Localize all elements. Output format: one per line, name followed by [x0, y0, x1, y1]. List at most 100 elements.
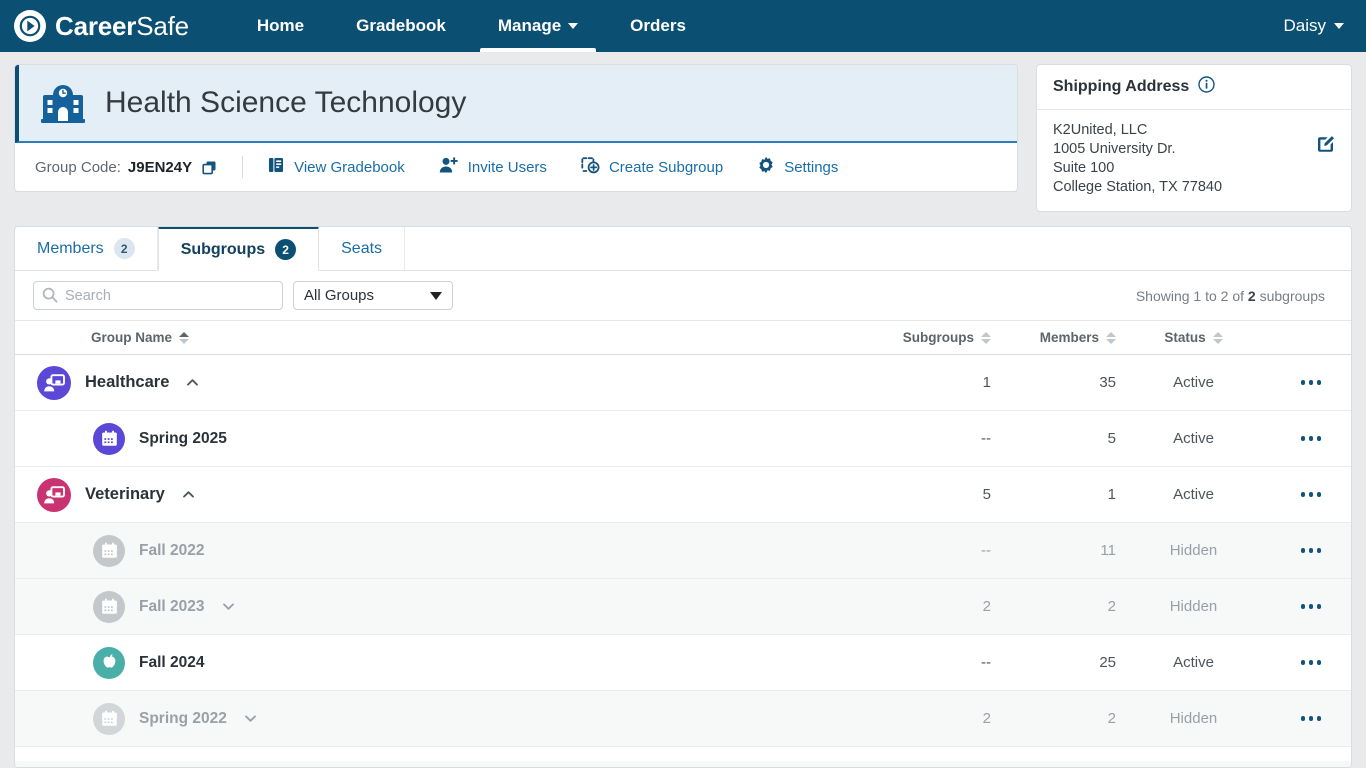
table-row[interactable]: Fall 2022 -- 11 Hidden: [15, 523, 1351, 579]
apple-icon: [93, 646, 125, 679]
row-name-cell: Spring 2025: [15, 422, 871, 455]
chevron-circle-logo-icon: [14, 10, 46, 42]
showing-suffix: subgroups: [1255, 287, 1325, 304]
nav-item-orders[interactable]: Orders: [604, 0, 712, 52]
group-action-bar: Group Code: J9EN24Y View Gradebook Invit…: [15, 143, 1017, 191]
search-input[interactable]: [33, 281, 283, 310]
column-header-members[interactable]: Members: [991, 330, 1116, 345]
copy-icon[interactable]: [201, 159, 218, 176]
chevron-down-icon[interactable]: [243, 711, 258, 726]
row-name-cell: Veterinary: [15, 477, 871, 512]
row-members-count: 5: [1107, 430, 1116, 447]
table-row[interactable]: Healthcare 1 35 Active: [15, 355, 1351, 411]
invite-users-button[interactable]: Invite Users: [439, 156, 547, 178]
create-subgroup-label: Create Subgroup: [608, 158, 724, 176]
row-menu-dots-icon[interactable]: [1271, 436, 1351, 441]
row-group-name: Fall 2023: [139, 597, 205, 615]
row-group-name: Healthcare: [85, 373, 170, 391]
column-header-subgroups-label: Subgroups: [902, 330, 974, 345]
sort-icon: [1212, 331, 1223, 344]
row-menu-dots-icon[interactable]: [1271, 604, 1351, 609]
sort-icon: [179, 331, 190, 344]
row-menu-dots-icon[interactable]: [1271, 716, 1351, 721]
shipping-address-header: Shipping Address: [1037, 65, 1351, 110]
brand-name-bold: Career: [55, 10, 137, 41]
chevron-up-icon[interactable]: [181, 487, 196, 502]
column-header-status-label: Status: [1164, 330, 1206, 345]
table-row[interactable]: Fall 2024 -- 25 Active: [15, 635, 1351, 691]
calendar-icon: [93, 702, 125, 735]
filter-bar: All Groups Showing 1 to 2 of 2 subgroups: [15, 271, 1351, 321]
row-menu-dots-icon[interactable]: [1271, 548, 1351, 553]
tab-subgroups[interactable]: Subgroups 2: [157, 227, 320, 271]
row-menu-dots-icon[interactable]: [1271, 492, 1351, 497]
row-group-name: Spring 2022: [139, 709, 227, 727]
column-header-status[interactable]: Status: [1116, 330, 1271, 345]
row-subgroups-count: 1: [982, 374, 991, 391]
row-members-count: 2: [1107, 598, 1116, 615]
table-row[interactable]: Veterinary 5 1 Active: [15, 467, 1351, 523]
chevron-up-icon[interactable]: [185, 375, 200, 390]
gear-icon: [757, 156, 775, 178]
table-header: Group Name Subgroups Members Status: [15, 321, 1351, 355]
row-members-count: 2: [1107, 710, 1116, 727]
info-circle-icon[interactable]: [1198, 76, 1216, 98]
search-field-wrapper: [33, 281, 283, 310]
tab-subgroups-label: Subgroups: [180, 240, 266, 258]
edit-pencil-icon[interactable]: [1316, 135, 1335, 159]
settings-label: Settings: [784, 158, 839, 176]
tab-members-badge: 2: [113, 238, 135, 259]
row-status: Active: [1173, 374, 1214, 391]
panel-tabs: Members 2 Subgroups 2 Seats: [15, 227, 1351, 271]
table-bottom-edge: [15, 761, 1351, 767]
group-summary-card: Health Science Technology Group Code: J9…: [14, 64, 1018, 192]
tab-seats[interactable]: Seats: [319, 227, 406, 270]
row-members-count: 11: [1100, 542, 1116, 559]
showing-count-text: Showing 1 to 2 of 2 subgroups: [1136, 288, 1333, 304]
row-members-count: 25: [1099, 654, 1116, 671]
row-menu-dots-icon[interactable]: [1271, 660, 1351, 665]
sort-icon: [981, 331, 991, 344]
shipping-address-lines: K2United, LLC 1005 University Dr. Suite …: [1053, 121, 1222, 197]
row-status: Hidden: [1169, 710, 1218, 727]
nav-item-orders-label: Orders: [630, 16, 686, 35]
row-group-name: Veterinary: [85, 485, 165, 503]
header-row: Health Science Technology Group Code: J9…: [14, 64, 1352, 212]
row-status: Hidden: [1169, 542, 1218, 559]
chevron-down-icon[interactable]: [221, 599, 236, 614]
nav-item-home[interactable]: Home: [231, 0, 330, 52]
row-status: Hidden: [1169, 598, 1218, 615]
nav-item-manage-label: Manage: [497, 16, 562, 35]
column-header-subgroups[interactable]: Subgroups: [871, 330, 991, 345]
create-subgroup-button[interactable]: Create Subgroup: [581, 156, 723, 178]
settings-button[interactable]: Settings: [757, 156, 838, 178]
tab-seats-label: Seats: [341, 239, 383, 257]
tab-members[interactable]: Members 2: [15, 227, 158, 270]
group-code-value: J9EN24Y: [127, 158, 193, 176]
group-filter-select[interactable]: All Groups: [293, 281, 453, 310]
nav-item-manage[interactable]: Manage: [472, 0, 604, 52]
user-menu[interactable]: Daisy: [1283, 16, 1344, 36]
table-body: Healthcare 1 35 Active Spring 2025 -- 5 Active V…: [15, 355, 1351, 761]
column-header-group-name[interactable]: Group Name: [91, 330, 871, 345]
invite-users-label: Invite Users: [467, 158, 547, 176]
row-status: Active: [1173, 430, 1214, 447]
nav-item-gradebook[interactable]: Gradebook: [330, 0, 472, 52]
view-gradebook-button[interactable]: View Gradebook: [267, 156, 405, 178]
table-row[interactable]: Fall 2023 2 2 Hidden: [15, 579, 1351, 635]
tab-members-label: Members: [37, 239, 104, 257]
row-status: Active: [1173, 486, 1214, 503]
showing-count: 2: [1247, 287, 1256, 304]
row-menu-dots-icon[interactable]: [1271, 380, 1351, 385]
table-row[interactable]: Spring 2022 2 2 Hidden: [15, 691, 1351, 747]
presentation-person-icon: [37, 477, 71, 512]
subgroups-panel: Members 2 Subgroups 2 Seats Search All G…: [14, 226, 1352, 768]
shipping-line-4: College Station, TX 77840: [1053, 179, 1223, 195]
nav-item-gradebook-label: Gradebook: [356, 16, 446, 35]
row-subgroups-count: --: [981, 654, 991, 671]
brand-logo-group[interactable]: CareerSafe: [14, 10, 189, 42]
chevron-down-icon: [1334, 23, 1344, 29]
tab-subgroups-badge: 2: [275, 239, 297, 260]
table-row[interactable]: Spring 2025 -- 5 Active: [15, 411, 1351, 467]
nav-links: Home Gradebook Manage Orders: [231, 0, 712, 52]
